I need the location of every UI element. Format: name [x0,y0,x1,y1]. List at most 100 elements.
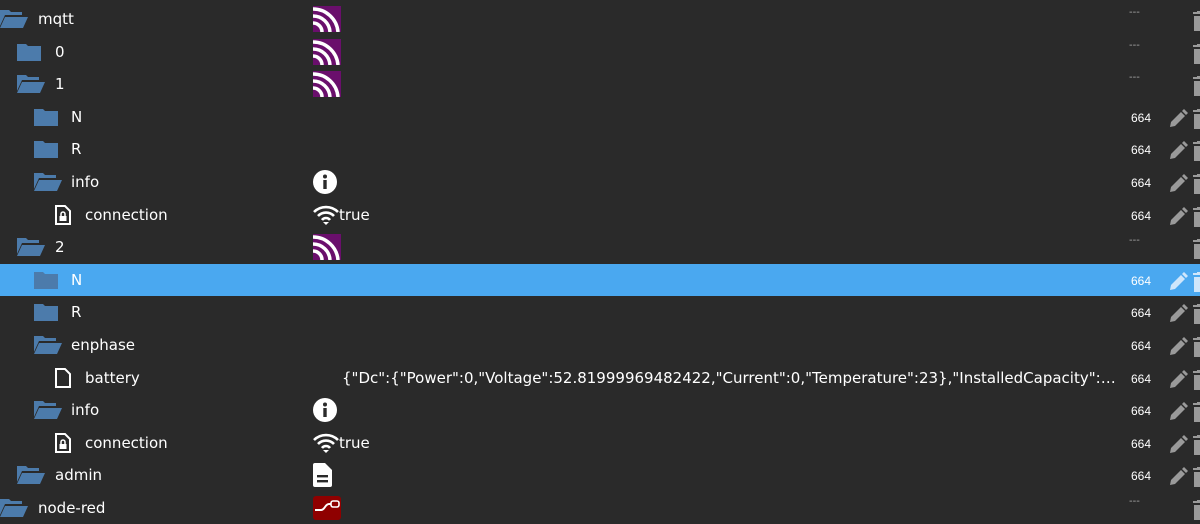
acl-value[interactable]: 664 [1131,209,1151,223]
acl-value[interactable]: 664 [1131,274,1151,288]
acl-value[interactable]: 664 [1131,437,1151,451]
object-name[interactable]: N [71,108,82,126]
object-name[interactable]: 2 [55,238,65,256]
folder-open-icon[interactable] [34,401,62,423]
object-name[interactable]: 0 [55,43,65,61]
edit-icon[interactable] [1168,206,1188,231]
edit-icon[interactable] [1168,271,1188,296]
mqtt-icon [313,71,341,98]
delete-icon[interactable] [1193,108,1200,133]
tree-row[interactable]: 0 --- [0,36,1200,68]
folder-open-icon[interactable] [0,10,28,32]
tree-row[interactable]: mqtt --- [0,3,1200,35]
acl-value[interactable]: 664 [1131,176,1151,190]
tree-row[interactable]: N 664 [0,101,1200,133]
acl-value[interactable]: 664 [1131,143,1151,157]
value-cell [313,170,337,194]
object-name[interactable]: connection [85,206,168,224]
mqtt-icon [313,234,341,261]
folder-icon[interactable] [34,303,60,325]
state-file-icon[interactable] [55,367,71,392]
tree-row[interactable]: 2 --- [0,231,1200,263]
object-name[interactable]: battery [85,369,140,387]
edit-icon[interactable] [1168,337,1188,361]
tree-row[interactable]: admin 664 [0,459,1200,491]
delete-icon[interactable] [1193,76,1200,100]
edit-icon[interactable] [1168,141,1188,165]
folder-icon[interactable] [34,271,60,293]
state-value: true [339,433,370,452]
state-value[interactable]: {"Dc":{"Power":0,"Voltage":52.8199996948… [342,369,1122,387]
value-cell [313,463,333,488]
delete-icon[interactable] [1193,304,1200,328]
folder-open-icon[interactable] [17,75,45,97]
object-name[interactable]: R [71,140,81,158]
tree-row[interactable]: R 664 [0,133,1200,165]
object-name[interactable]: admin [55,466,102,484]
delete-icon[interactable] [1193,500,1200,524]
tree-row[interactable]: connection true 664 [0,427,1200,459]
folder-open-icon[interactable] [17,238,45,260]
edit-icon[interactable] [1168,304,1188,328]
mqtt-icon [313,6,341,32]
edit-icon[interactable] [1168,174,1188,198]
delete-icon[interactable] [1193,337,1200,361]
object-name[interactable]: R [71,303,81,321]
acl-value[interactable]: 664 [1131,372,1151,386]
delete-icon[interactable] [1193,206,1200,231]
object-name[interactable]: enphase [71,336,135,354]
delete-icon[interactable] [1193,141,1200,165]
value-cell [313,71,341,98]
acl-value[interactable]: 664 [1131,339,1151,353]
acl-value: --- [1129,7,1140,18]
delete-icon[interactable] [1193,369,1200,394]
acl-value[interactable]: 664 [1131,469,1151,483]
tree-row[interactable]: info 664 [0,394,1200,426]
edit-icon[interactable] [1168,434,1188,459]
locked-state-icon[interactable] [55,204,71,229]
edit-icon[interactable] [1168,108,1188,133]
delete-icon[interactable] [1193,467,1200,491]
edit-icon[interactable] [1168,369,1188,394]
acl-value[interactable]: 664 [1131,111,1151,125]
object-name[interactable]: mqtt [38,10,74,28]
edit-icon[interactable] [1168,467,1188,491]
delete-icon[interactable] [1193,174,1200,198]
acl-value: --- [1129,496,1140,507]
acl-value[interactable]: 664 [1131,306,1151,320]
folder-icon[interactable] [34,108,60,130]
tree-row[interactable]: N 664 [0,263,1200,296]
state-value: true [339,205,370,224]
folder-open-icon[interactable] [34,336,62,358]
value-cell [313,6,341,32]
tree-row[interactable]: enphase 664 [0,329,1200,361]
locked-state-icon[interactable] [55,432,71,457]
delete-icon[interactable] [1193,434,1200,459]
edit-icon[interactable] [1168,402,1188,426]
delete-icon[interactable] [1193,43,1200,68]
delete-icon[interactable] [1193,271,1200,296]
object-name[interactable]: node-red [38,499,105,517]
object-name[interactable]: connection [85,434,168,452]
delete-icon[interactable] [1193,11,1200,35]
wifi-icon [313,433,339,453]
delete-icon[interactable] [1193,402,1200,426]
tree-row[interactable]: R 664 [0,296,1200,328]
tree-row[interactable]: info 664 [0,166,1200,198]
tree-row[interactable]: connection true 664 [0,199,1200,231]
tree-row[interactable]: battery {"Dc":{"Power":0,"Voltage":52.819… [0,362,1200,394]
folder-open-icon[interactable] [34,173,62,195]
folder-icon[interactable] [17,43,43,65]
delete-icon[interactable] [1193,239,1200,263]
object-name[interactable]: info [71,173,99,191]
folder-open-icon[interactable] [0,499,28,521]
acl-value[interactable]: 664 [1131,404,1151,418]
object-name[interactable]: info [71,401,99,419]
acl-value: --- [1129,72,1140,84]
folder-icon[interactable] [34,140,60,162]
tree-row[interactable]: 1 --- [0,68,1200,100]
tree-row[interactable]: node-red --- [0,492,1200,524]
folder-open-icon[interactable] [17,466,45,488]
object-name[interactable]: N [71,271,82,289]
object-name[interactable]: 1 [55,75,65,93]
